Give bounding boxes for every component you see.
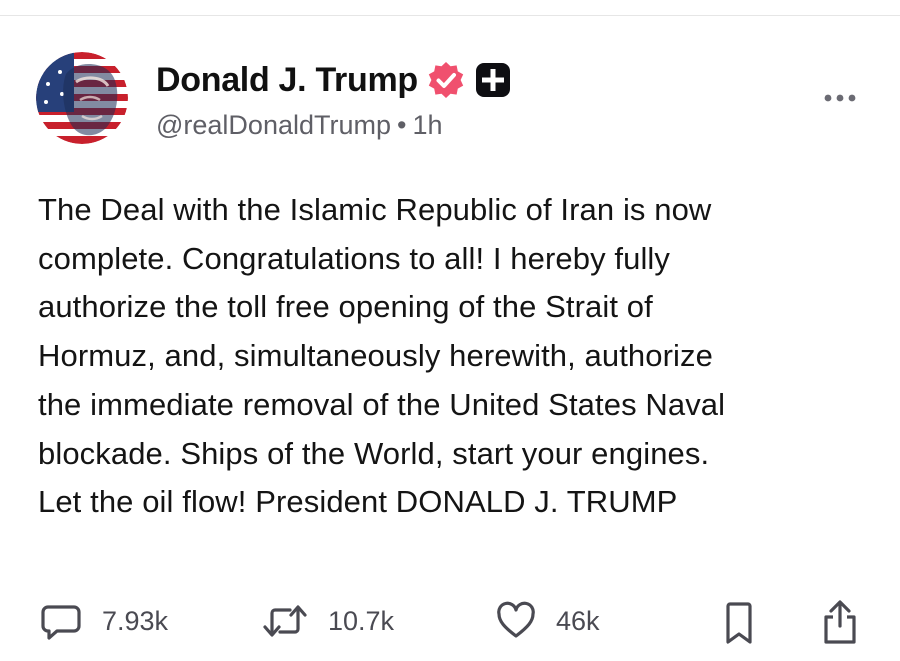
repost-icon: [263, 605, 307, 637]
more-dots-icon: [824, 94, 856, 102]
like-count: 46k: [556, 605, 600, 636]
post-header: Donald J. Trump @realDonaldTrump • 1h: [156, 58, 860, 142]
author-handle[interactable]: @realDonaldTrump: [156, 110, 391, 140]
share-icon: [824, 600, 856, 644]
bookmark-button[interactable]: [722, 596, 756, 646]
comment-icon: [41, 605, 81, 640]
plus-badge-icon[interactable]: [473, 60, 513, 100]
post-time[interactable]: 1h: [412, 110, 442, 140]
post-text: The Deal with the Islamic Republic of Ir…: [38, 192, 726, 520]
reply-count: 7.93k: [102, 605, 169, 636]
more-options-button[interactable]: [820, 84, 864, 112]
avatar[interactable]: [36, 52, 128, 144]
heart-icon: [497, 601, 535, 638]
post-meta: @realDonaldTrump • 1h: [156, 108, 860, 142]
share-button[interactable]: [818, 596, 862, 646]
name-row: Donald J. Trump: [156, 58, 860, 102]
meta-separator: •: [397, 110, 407, 140]
like-button[interactable]: 46k: [496, 596, 600, 646]
avatar-image: [36, 52, 128, 144]
display-name[interactable]: Donald J. Trump: [156, 58, 418, 102]
repost-button[interactable]: 10.7k: [262, 596, 394, 646]
verified-badge-icon: [426, 60, 466, 100]
bookmark-icon: [726, 602, 752, 644]
repost-count: 10.7k: [328, 605, 395, 636]
reply-button[interactable]: 7.93k: [40, 596, 168, 646]
post-card: Donald J. Trump @realDonaldTrump • 1h Th…: [0, 0, 900, 661]
post-actions: 7.93k 10.7k 46k: [0, 596, 900, 646]
